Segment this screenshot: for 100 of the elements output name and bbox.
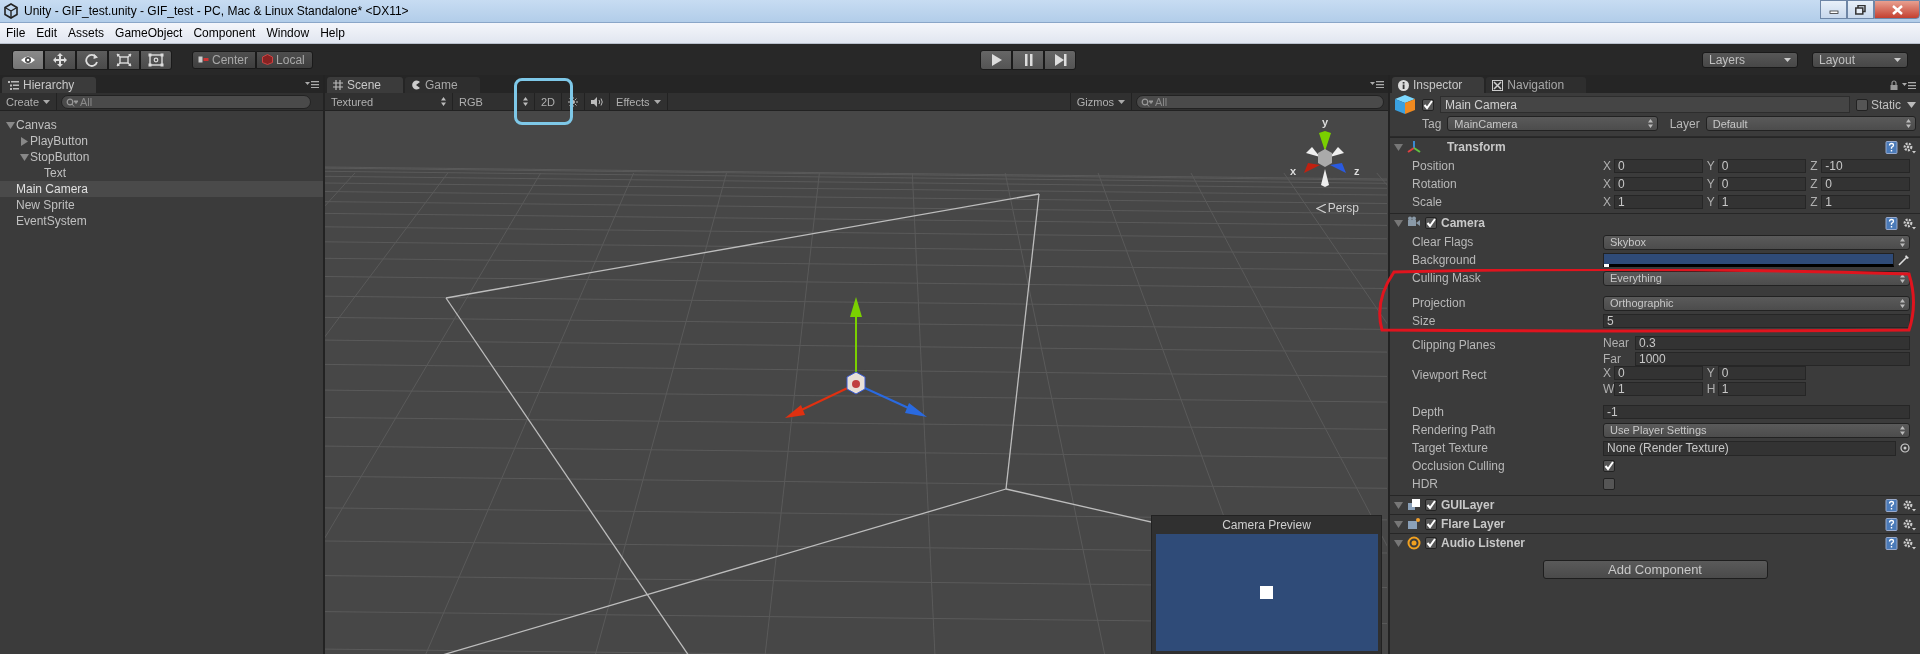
number-field[interactable]: 1 <box>1821 195 1910 209</box>
number-field[interactable]: 1000 <box>1635 352 1910 366</box>
menu-item[interactable]: Assets <box>62 26 110 40</box>
menu-item[interactable]: GameObject <box>109 26 188 40</box>
checkbox[interactable] <box>1856 98 1868 111</box>
number-field[interactable]: 1 <box>1717 195 1807 209</box>
checkbox[interactable] <box>1422 98 1434 111</box>
checkbox[interactable] <box>1425 518 1437 530</box>
search-field[interactable]: All <box>61 94 312 109</box>
eyedropper-icon[interactable] <box>1898 254 1910 266</box>
add-component-button[interactable]: Add Component <box>1542 560 1768 579</box>
object-picker-icon[interactable] <box>1900 443 1910 453</box>
tree-item[interactable]: New Sprite <box>0 197 323 213</box>
checkbox[interactable] <box>1425 217 1437 229</box>
menu-item[interactable]: File <box>0 26 31 40</box>
lock-icon[interactable] <box>1890 80 1898 90</box>
number-field[interactable]: 0 <box>1614 177 1703 191</box>
tree-item[interactable]: EventSystem <box>0 213 323 229</box>
number-field[interactable]: 1 <box>1614 382 1703 396</box>
checkbox[interactable] <box>1425 499 1437 511</box>
number-field[interactable]: 1 <box>1614 195 1703 209</box>
help-icon[interactable] <box>1885 140 1898 154</box>
number-field[interactable]: -10 <box>1821 159 1910 173</box>
pivot-button[interactable]: Local <box>256 50 313 69</box>
play-button[interactable] <box>980 49 1012 70</box>
dropdown[interactable]: Orthographic <box>1603 295 1910 311</box>
render-mode-dropdown[interactable]: RGB <box>453 93 535 110</box>
object-field[interactable]: None (Render Texture) <box>1603 440 1896 456</box>
menu-icon[interactable] <box>1902 81 1916 89</box>
pause-button[interactable] <box>1012 49 1044 70</box>
menu-item[interactable]: Edit <box>30 26 63 40</box>
help-icon[interactable] <box>1885 216 1898 230</box>
component-header[interactable]: Camera <box>1390 213 1920 232</box>
pivot-button[interactable]: Center <box>192 50 257 69</box>
number-field[interactable]: 0 <box>1821 177 1910 191</box>
settings-icon[interactable] <box>1902 517 1916 531</box>
component-header[interactable]: Flare Layer <box>1390 514 1920 533</box>
settings-icon[interactable] <box>1902 498 1916 512</box>
effects-dropdown[interactable]: Effects <box>610 93 668 110</box>
number-field[interactable]: 1 <box>1717 382 1807 396</box>
tree-item[interactable]: Text <box>0 165 323 181</box>
move-gizmo-drawing[interactable] <box>785 297 927 418</box>
menu-item[interactable]: Window <box>260 26 315 40</box>
tree-item[interactable]: Main Camera <box>0 181 323 197</box>
triangle-icon[interactable] <box>1394 218 1403 228</box>
layout-dropdown[interactable]: Layout <box>1812 51 1908 68</box>
settings-icon[interactable] <box>1902 140 1916 154</box>
triangle-icon[interactable] <box>1394 142 1403 152</box>
layer-dropdown[interactable]: Default <box>1705 116 1916 131</box>
shading-dropdown[interactable]: Textured <box>325 93 453 110</box>
number-field[interactable]: 0 <box>1614 159 1703 173</box>
tool-button[interactable] <box>76 49 108 70</box>
create-dropdown[interactable]: Create <box>0 93 58 110</box>
help-icon[interactable] <box>1885 517 1898 531</box>
component-header[interactable]: Audio Listener <box>1390 533 1920 552</box>
checkbox[interactable] <box>1425 537 1437 549</box>
close-button[interactable] <box>1874 0 1920 19</box>
scene-view[interactable]: y x z Persp Camera Preview <box>325 111 1388 654</box>
tag-dropdown[interactable]: MainCamera <box>1447 116 1658 131</box>
menu-icon[interactable] <box>305 80 319 88</box>
tree-item[interactable]: StopButton <box>0 149 323 165</box>
number-field[interactable]: 5 <box>1603 314 1910 328</box>
number-field[interactable]: 0 <box>1614 366 1703 380</box>
restore-button[interactable] <box>1847 0 1874 19</box>
panel-tab[interactable]: Navigation <box>1486 77 1587 93</box>
dropdown[interactable]: Skybox <box>1603 234 1910 250</box>
number-field[interactable]: -1 <box>1603 405 1910 419</box>
name-field[interactable]: Main Camera <box>1440 96 1850 113</box>
help-icon[interactable] <box>1885 498 1898 512</box>
panel-tab[interactable]: Scene <box>327 77 404 93</box>
panel-tab[interactable]: Hierarchy <box>2 77 97 93</box>
menu-icon[interactable] <box>1370 80 1384 88</box>
color-field[interactable] <box>1603 253 1894 267</box>
component-header[interactable]: GUILayer <box>1390 495 1920 514</box>
tool-button[interactable] <box>44 49 76 70</box>
caret-icon[interactable] <box>1907 101 1916 108</box>
search-field[interactable]: All <box>1136 94 1384 109</box>
component-header[interactable]: Transform <box>1390 137 1920 156</box>
mode-2d-button[interactable]: 2D <box>535 93 563 110</box>
menu-item[interactable]: Component <box>187 26 261 40</box>
settings-icon[interactable] <box>1902 216 1916 230</box>
panel-tab[interactable]: Inspector <box>1392 77 1485 93</box>
checkbox[interactable] <box>1603 478 1615 490</box>
number-field[interactable]: 0 <box>1717 159 1807 173</box>
settings-icon[interactable] <box>1902 536 1916 550</box>
panel-tab[interactable]: Game <box>405 77 480 93</box>
tool-button[interactable] <box>140 49 172 70</box>
tool-button[interactable] <box>12 49 44 70</box>
gizmos-dropdown[interactable]: Gizmos <box>1069 93 1132 110</box>
menu-item[interactable]: Help <box>314 26 350 40</box>
layers-dropdown[interactable]: Layers <box>1702 51 1798 68</box>
number-field[interactable]: 0.3 <box>1635 336 1910 350</box>
tree-item[interactable]: Canvas <box>0 117 323 133</box>
projection-label[interactable]: Persp <box>1327 201 1359 215</box>
step-button[interactable] <box>1044 49 1076 70</box>
dropdown[interactable]: Use Player Settings <box>1603 422 1910 438</box>
number-field[interactable]: 0 <box>1717 177 1807 191</box>
tool-button[interactable] <box>108 49 140 70</box>
help-icon[interactable] <box>1885 536 1898 550</box>
number-field[interactable]: 0 <box>1717 366 1807 380</box>
